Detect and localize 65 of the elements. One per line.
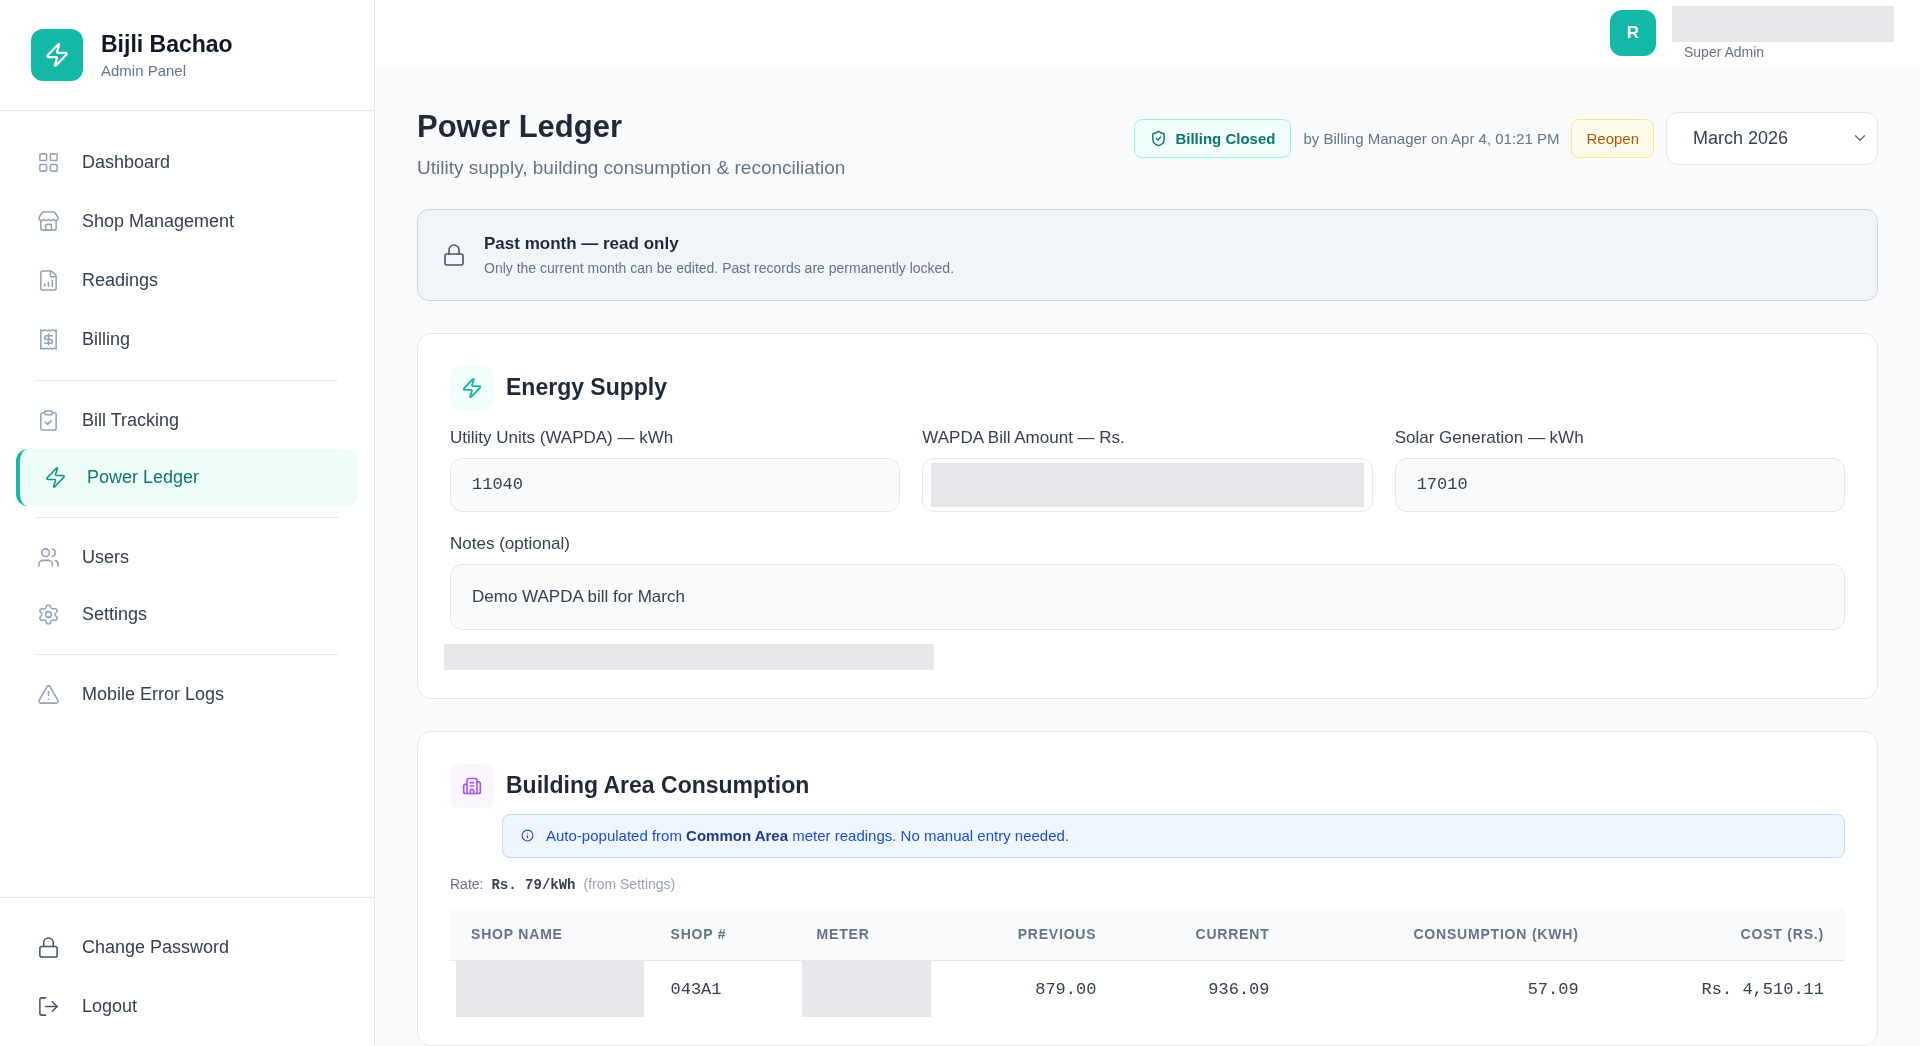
table-cell: 043A1 xyxy=(649,960,796,1017)
column-header: SHOP NAME xyxy=(450,908,650,961)
receipt-icon xyxy=(37,328,60,351)
notes-field[interactable]: Demo WAPDA bill for March xyxy=(450,563,1845,630)
nav-item[interactable]: Power Ledger xyxy=(16,449,358,506)
reopen-button[interactable]: Reopen xyxy=(1571,118,1654,158)
info-text: Auto-populated from Common Area meter readings. No manual entry needed. xyxy=(546,827,1070,844)
page-subtitle: Utility supply, building consumption & reconciliation xyxy=(417,156,846,179)
table-cell: 936.09 xyxy=(1117,960,1291,1017)
table-cell: 879.00 xyxy=(937,960,1118,1017)
field-label: WAPDA Bill Amount — Rs. xyxy=(922,427,1126,448)
logo-icon xyxy=(31,29,83,81)
lightning-icon xyxy=(450,365,494,410)
clipboard-check-icon xyxy=(37,409,60,432)
card-title: Building Area Consumption xyxy=(506,772,810,799)
nav-item[interactable]: Readings xyxy=(16,252,358,309)
user-role: Super Admin xyxy=(1684,44,1766,61)
warning-icon xyxy=(37,683,60,706)
store-icon xyxy=(37,210,60,233)
building-icon xyxy=(450,763,494,808)
nav-item[interactable]: Settings xyxy=(16,586,358,643)
notice-title: Past month — read only xyxy=(484,233,680,254)
rate-note: (from Settings) xyxy=(583,875,676,892)
column-header: METER xyxy=(795,908,938,961)
card-title: Energy Supply xyxy=(506,374,668,401)
notice-text: Only the current month can be edited. Past records are permanently locked. xyxy=(484,259,955,276)
input-field[interactable] xyxy=(922,457,1373,512)
column-header: CONSUMPTION (KWH) xyxy=(1290,908,1600,961)
nav-item[interactable]: Billing xyxy=(16,311,358,368)
brand-subtitle: Admin Panel xyxy=(101,62,188,79)
settings-icon xyxy=(37,603,60,626)
nav-item[interactable]: Mobile Error Logs xyxy=(16,666,358,723)
nav-item[interactable]: Bill Tracking xyxy=(16,392,358,449)
shield-check-icon xyxy=(1150,129,1168,147)
table-cell: Rs. 4,510.11 xyxy=(1599,960,1845,1017)
nav-item[interactable]: Logout xyxy=(16,978,358,1035)
page-title: Power Ledger xyxy=(417,108,623,145)
file-chart-icon xyxy=(37,269,60,292)
nav-item[interactable]: Users xyxy=(16,529,358,586)
nav-item[interactable]: Change Password xyxy=(16,919,358,976)
column-header: PREVIOUS xyxy=(937,908,1118,961)
lightning-icon xyxy=(44,466,67,489)
month-select[interactable]: March 2026 xyxy=(1666,111,1878,165)
column-header: CURRENT xyxy=(1117,908,1291,961)
lock-icon xyxy=(37,936,60,959)
grid-icon xyxy=(37,151,60,174)
table-cell: 57.09 xyxy=(1290,960,1600,1017)
input-field[interactable]: 11040 xyxy=(450,457,901,512)
nav-item[interactable]: Dashboard xyxy=(16,134,358,191)
closed-by-text: by Billing Manager on Apr 4, 01:21 PM xyxy=(1303,129,1560,147)
users-icon xyxy=(37,546,60,569)
rate-label: Rate: xyxy=(450,875,484,892)
field-label: Notes (optional) xyxy=(450,533,571,554)
field-label: Utility Units (WAPDA) — kWh xyxy=(450,427,675,448)
brand-name: Bijli Bachao xyxy=(101,31,233,58)
column-header: COST (RS.) xyxy=(1599,908,1845,961)
rate-value: Rs. 79/kWh xyxy=(491,876,576,893)
lock-icon xyxy=(442,242,466,267)
status-badge: Billing Closed xyxy=(1134,118,1292,158)
nav-item[interactable]: Shop Management xyxy=(16,193,358,250)
logout-icon xyxy=(37,995,60,1018)
input-field[interactable]: 17010 xyxy=(1394,457,1845,512)
column-header: SHOP # xyxy=(649,908,796,961)
info-icon xyxy=(521,829,534,842)
field-label: Solar Generation — kWh xyxy=(1394,427,1585,448)
